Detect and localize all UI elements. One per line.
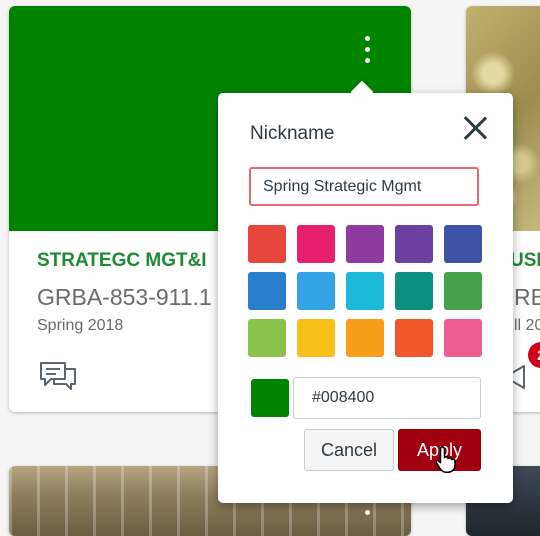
selected-color-preview [251, 379, 289, 417]
color-swatch[interactable] [248, 225, 286, 263]
course-title[interactable]: USI [510, 250, 540, 272]
course-code: RB [514, 284, 540, 310]
close-icon[interactable] [462, 115, 488, 141]
color-swatch[interactable] [444, 272, 482, 310]
nickname-input[interactable] [249, 167, 479, 206]
color-swatch[interactable] [395, 272, 433, 310]
more-options-icon[interactable] [361, 36, 373, 76]
hand-cursor-icon [436, 445, 456, 473]
color-swatch[interactable] [346, 319, 384, 357]
course-title[interactable]: STRATEGC MGT&I [37, 250, 207, 272]
color-swatch[interactable] [297, 319, 335, 357]
course-term: ll 20 [514, 317, 540, 334]
color-swatch[interactable] [395, 225, 433, 263]
course-code: GRBA-853-911.1 [37, 284, 212, 310]
color-swatch[interactable] [297, 272, 335, 310]
popover-title: Nickname [250, 123, 335, 144]
color-swatch[interactable] [297, 225, 335, 263]
color-swatch[interactable] [395, 319, 433, 357]
discussion-icon[interactable] [39, 360, 79, 392]
color-picker-popover: Nickname Cancel Apply [218, 80, 513, 503]
color-swatch[interactable] [346, 225, 384, 263]
course-term: Spring 2018 [37, 317, 124, 334]
more-options-icon[interactable] [361, 510, 373, 521]
hex-color-input[interactable] [293, 377, 481, 419]
color-swatch[interactable] [444, 225, 482, 263]
color-swatch[interactable] [248, 319, 286, 357]
color-swatch[interactable] [346, 272, 384, 310]
color-swatch[interactable] [444, 319, 482, 357]
color-swatch[interactable] [248, 272, 286, 310]
cancel-button[interactable]: Cancel [304, 429, 394, 471]
